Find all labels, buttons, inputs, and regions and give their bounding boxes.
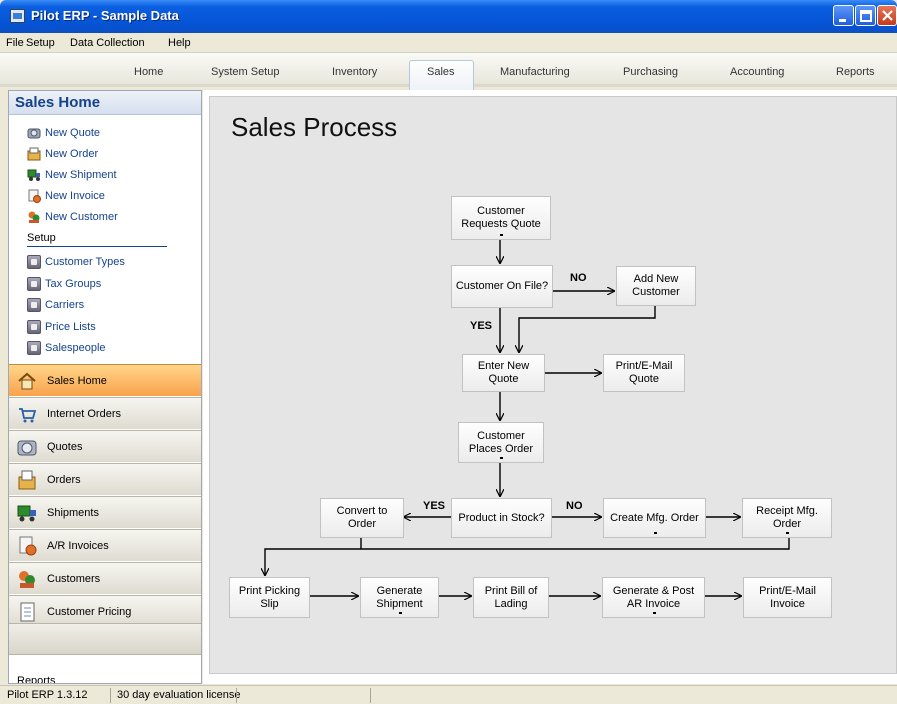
dropdown-marker xyxy=(786,532,789,534)
box-print-email-quote[interactable]: Print/E-Mail Quote xyxy=(603,354,685,392)
label-no-stock: NO xyxy=(566,500,583,512)
status-divider xyxy=(236,688,237,703)
box-generate-post-ar-invoice[interactable]: Generate & Post AR Invoice xyxy=(602,577,705,618)
label-no-onfile: NO xyxy=(570,272,587,284)
box-print-bill-of-lading[interactable]: Print Bill of Lading xyxy=(473,577,549,618)
status-bar: Pilot ERP 1.3.12 30 day evaluation licen… xyxy=(0,685,897,704)
box-create-mfg-order[interactable]: Create Mfg. Order xyxy=(603,498,706,538)
box-customer-places-order[interactable]: Customer Places Order xyxy=(458,422,544,463)
box-print-picking-slip[interactable]: Print Picking Slip xyxy=(229,577,310,618)
label-yes-stock: YES xyxy=(423,500,446,512)
box-generate-shipment[interactable]: Generate Shipment xyxy=(360,577,439,618)
arrow-addcustomer-to-quote xyxy=(519,306,656,352)
box-add-new-customer[interactable]: Add New Customer xyxy=(616,266,696,306)
box-customer-requests-quote[interactable]: Customer Requests Quote xyxy=(451,196,551,240)
box-convert-to-order[interactable]: Convert to Order xyxy=(320,498,404,538)
dropdown-marker xyxy=(652,612,656,614)
box-customer-on-file[interactable]: Customer On File? xyxy=(451,265,553,308)
box-print-email-invoice[interactable]: Print/E-Mail Invoice xyxy=(743,577,832,618)
dropdown-marker xyxy=(653,532,657,534)
box-product-in-stock[interactable]: Product in Stock? xyxy=(451,498,552,538)
status-license: 30 day evaluation license xyxy=(117,689,241,701)
dropdown-marker xyxy=(500,234,503,236)
dropdown-marker xyxy=(398,612,402,614)
status-divider xyxy=(370,688,371,703)
box-receipt-mfg-order[interactable]: Receipt Mfg. Order xyxy=(742,498,832,538)
dropdown-marker xyxy=(500,457,503,459)
box-enter-new-quote[interactable]: Enter New Quote xyxy=(462,354,545,392)
status-divider xyxy=(110,688,111,703)
label-yes-onfile: YES xyxy=(470,320,493,332)
status-version: Pilot ERP 1.3.12 xyxy=(7,689,88,701)
arrow-to-picking xyxy=(265,538,790,575)
